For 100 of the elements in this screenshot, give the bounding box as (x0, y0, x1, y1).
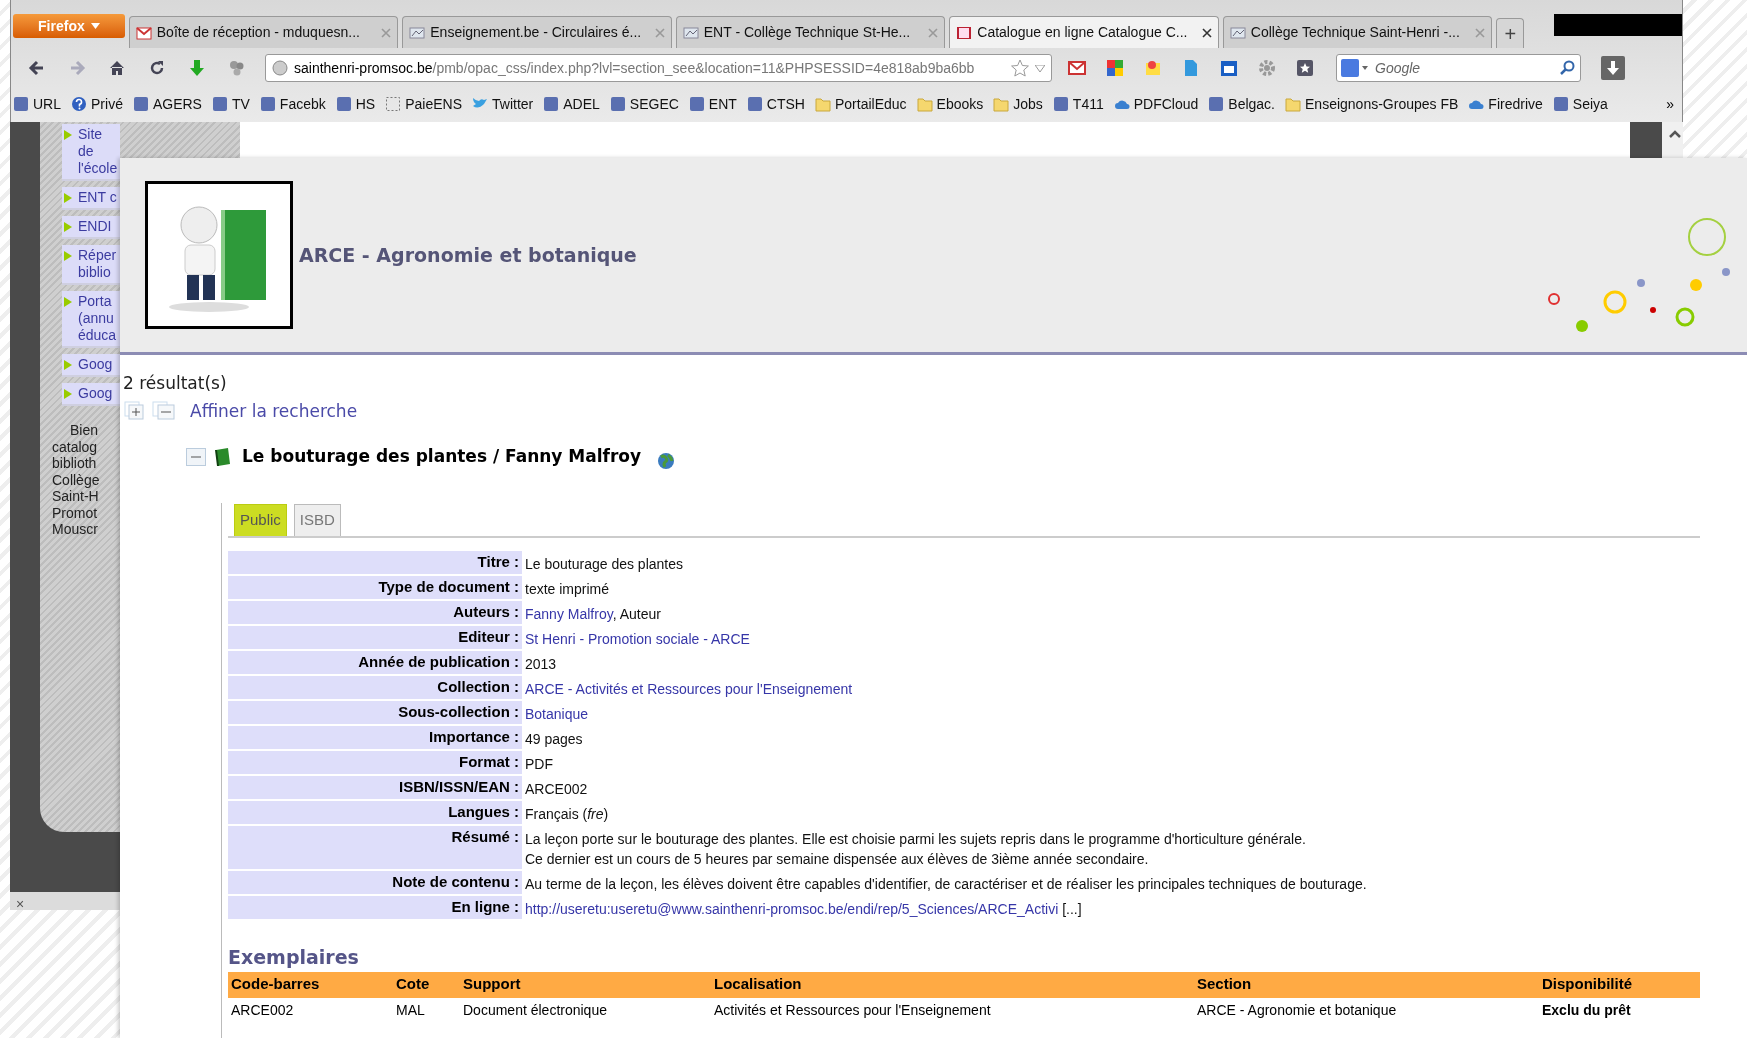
record-tab[interactable]: Public (234, 504, 287, 536)
more-bookmarks-button[interactable]: » (1666, 93, 1674, 115)
column-header: Section (1196, 974, 1253, 995)
field-label: ISBN/ISSN/EAN : (228, 776, 522, 799)
record-tab[interactable]: ISBD (293, 504, 341, 536)
addon-icon[interactable] (228, 59, 246, 77)
book-icon (956, 24, 973, 41)
envelope-icon[interactable] (1068, 59, 1086, 77)
value-link[interactable]: Botanique (525, 706, 589, 722)
sidebar-link[interactable]: Goog (62, 383, 120, 406)
column-header: Support (462, 974, 522, 995)
browser-tab[interactable]: ENT - Collège Technique St-He... (675, 16, 946, 48)
star-icon[interactable] (1011, 59, 1029, 77)
star-box-icon[interactable] (1296, 59, 1314, 77)
bookmark-link[interactable]: ENT (688, 93, 737, 115)
bookmark-link[interactable]: ADEL (543, 93, 600, 115)
site-icon (682, 24, 699, 41)
refine-search-link[interactable]: Affiner la recherche (190, 398, 358, 424)
field-value: Ce dernier est un cours de 5 heures par semaine dispensée aux élèves de 3ième année secondaire. (525, 851, 1149, 867)
folder-icon (916, 96, 933, 112)
colored-squares-icon[interactable] (1106, 59, 1124, 77)
browser-tab[interactable]: Catalogue en ligne Catalogue C... (949, 16, 1219, 48)
home-icon[interactable] (108, 59, 126, 77)
table-cell-text: ARCE002 (230, 1001, 295, 1020)
site-icon (1208, 96, 1225, 112)
browser-tab[interactable]: Collège Technique Saint-Henri -... (1222, 16, 1493, 48)
bookmark-link[interactable]: T411 (1052, 93, 1104, 115)
site-icon (746, 96, 763, 112)
triangle-icon (64, 251, 72, 261)
expand-all-icon[interactable] (124, 401, 146, 422)
browser-tab[interactable]: Boîte de réception - mduquesn... (128, 16, 399, 48)
scrollbar-thumb[interactable] (1630, 122, 1662, 158)
triangle-icon (64, 193, 72, 203)
calendar-icon[interactable] (1220, 59, 1238, 77)
field-value: 49 pages (525, 731, 583, 747)
site-icon (688, 96, 705, 112)
table-cell-text: Document électronique (462, 1001, 608, 1020)
field-value: Le bouturage des plantes (525, 556, 683, 572)
bookmark-link[interactable]: PortailEduc (814, 93, 907, 115)
collapse-all-icon[interactable] (152, 401, 176, 422)
gear-icon[interactable] (1258, 59, 1276, 77)
bookmark-link[interactable]: SEGEC (609, 93, 679, 115)
new-tab-button[interactable]: + (1496, 18, 1525, 48)
bookmark-link[interactable]: Twitter (472, 93, 534, 115)
collapse-icon[interactable] (186, 448, 206, 466)
bookmark-link[interactable]: Jobs (993, 93, 1043, 115)
bookmark-link[interactable]: URL (13, 93, 61, 115)
bookmark-link[interactable]: Firedrive (1468, 93, 1543, 115)
bookmark-link[interactable]: Privé (71, 93, 123, 115)
back-icon[interactable] (28, 59, 46, 77)
column-header: Code-barres (230, 974, 321, 995)
document-icon[interactable] (1182, 59, 1200, 77)
bookmark-link[interactable]: AGERS (132, 93, 202, 115)
value-link[interactable]: St Henri - Promotion sociale - ARCE (525, 631, 750, 647)
search-icon[interactable] (1559, 60, 1575, 76)
site-icon (211, 96, 228, 112)
close-button[interactable]: × (16, 896, 25, 912)
field-label: Langues : (228, 801, 522, 824)
bookmark-link[interactable]: PaieENS (385, 93, 462, 115)
url-field[interactable]: sainthenri-promsoc.be/pmb/opac_css/index.php?lvl=section_see&location=11&PHPSESSID=4e818ab9ba6bb (265, 54, 1052, 82)
field-label: Editeur : (228, 626, 522, 649)
bookmark-link[interactable]: Facebk (259, 93, 326, 115)
value-link[interactable]: Fanny Malfroy (525, 606, 613, 622)
field-label: Format : (228, 751, 522, 774)
value-link[interactable]: http://useretu:useretu@www.sainthenri-promsoc.be/endi/rep/5_Sciences/ARCE_Activi (525, 901, 1059, 917)
reload-icon[interactable] (148, 59, 166, 77)
field-label: Sous-collection : (228, 701, 522, 724)
globe-icon[interactable] (657, 452, 676, 470)
forward-icon[interactable] (68, 59, 86, 77)
table-cell-text: ARCE - Agronomie et botanique (1196, 1001, 1398, 1020)
dropdown-caret-icon[interactable] (1035, 64, 1045, 72)
search-field[interactable]: Google (1336, 54, 1581, 82)
sidebar-link[interactable]: ENDI (62, 216, 120, 239)
bookmark-link[interactable]: CTSH (746, 93, 805, 115)
sidebar-link[interactable]: ENT c (62, 187, 120, 210)
sidebar-link[interactable]: Porta (annu éduca (62, 291, 120, 348)
bookmark-link[interactable]: Ebooks (916, 93, 984, 115)
download-arrow-icon[interactable] (188, 59, 206, 77)
bookmark-link[interactable]: PDFCloud (1113, 93, 1199, 115)
search-engine-icon[interactable] (1341, 59, 1369, 77)
sidebar-link[interactable]: Réper biblio (62, 245, 120, 285)
map-pin-icon[interactable] (1144, 59, 1162, 77)
close-icon[interactable] (1201, 27, 1212, 38)
field-label: Type de document : (228, 576, 522, 599)
browser-tab[interactable]: Enseignement.be - Circulaires é... (402, 16, 672, 48)
bookmark-link[interactable]: TV (211, 93, 250, 115)
sidebar-link[interactable]: Goog (62, 354, 120, 377)
bookmark-link[interactable]: Seiya (1552, 93, 1608, 115)
copies-heading: Exemplaires (228, 945, 360, 970)
section-title: ARCE - Agronomie et botanique (299, 242, 637, 268)
column-header: Disponibilité (1541, 974, 1633, 995)
field-value: [...] (1061, 901, 1082, 917)
bookmark-link[interactable]: Belgac. (1208, 93, 1275, 115)
value-link[interactable]: ARCE - Activités et Ressources pour l'Enseignement (525, 681, 853, 697)
download-icon[interactable] (1607, 61, 1619, 75)
table-cell-text: MAL (395, 1001, 426, 1020)
sidebar-link[interactable]: Site de l'école (62, 124, 120, 181)
bookmark-link[interactable]: Enseignons-Groupes FB (1285, 93, 1459, 115)
bookmark-link[interactable]: HS (335, 93, 376, 115)
scroll-up-icon[interactable] (1669, 130, 1681, 138)
